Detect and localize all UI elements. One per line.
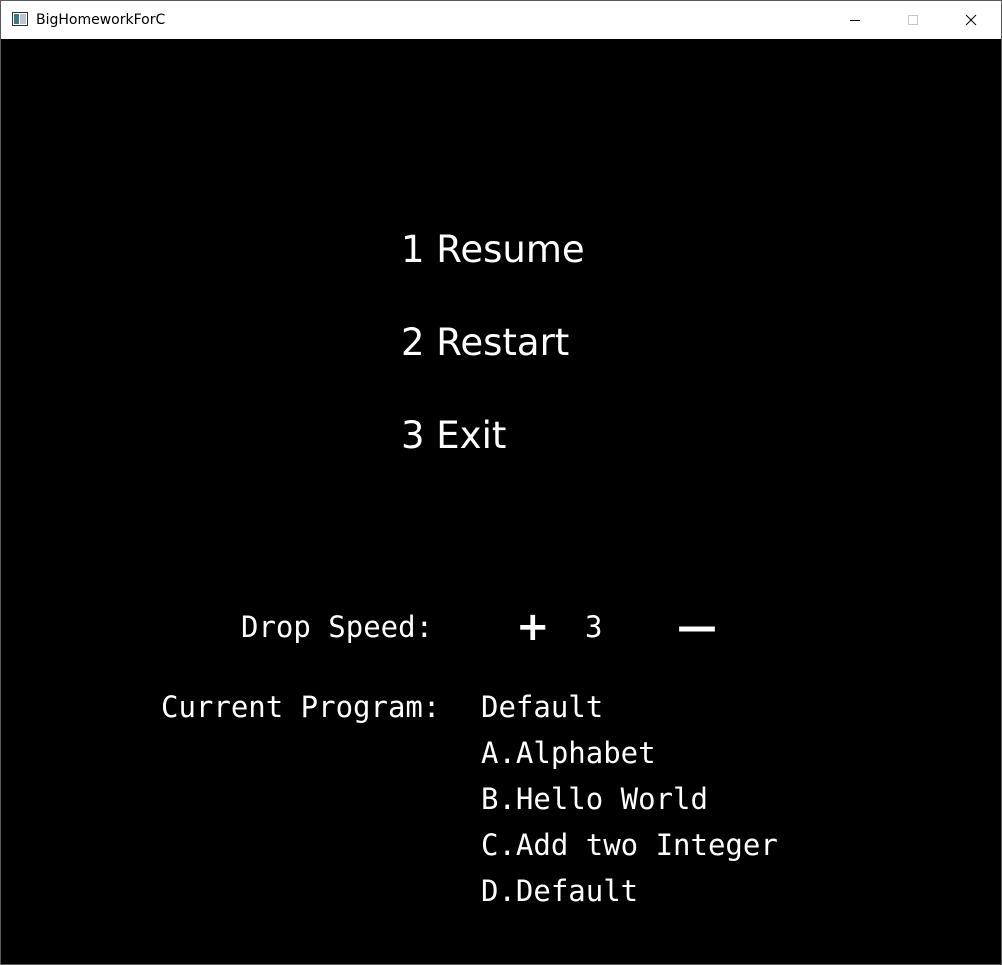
menu-item-resume[interactable]: 1 Resume xyxy=(401,228,585,272)
program-option-add-two-integer[interactable]: C.Add two Integer xyxy=(481,827,778,863)
minimize-button[interactable] xyxy=(826,1,884,39)
window-title: BigHomeworkForC xyxy=(36,12,166,28)
app-window-icon xyxy=(12,12,28,26)
maximize-icon xyxy=(908,15,918,25)
current-program-value: Default xyxy=(481,690,604,724)
current-program-label: Current Program: xyxy=(161,690,441,724)
menu-item-exit[interactable]: 3 Exit xyxy=(401,414,506,458)
decrease-speed-button[interactable]: — xyxy=(677,605,717,649)
minimize-icon xyxy=(850,20,860,21)
program-option-hello-world[interactable]: B.Hello World xyxy=(481,781,708,817)
close-icon xyxy=(965,14,977,26)
speed-value: 3 xyxy=(585,610,603,644)
program-option-default[interactable]: D.Default xyxy=(481,873,638,909)
program-option-alphabet[interactable]: A.Alphabet xyxy=(481,735,656,771)
drop-speed-label: Drop Speed: xyxy=(241,610,434,644)
increase-speed-button[interactable]: + xyxy=(516,605,550,649)
close-button[interactable] xyxy=(942,1,1000,39)
app-window: BigHomeworkForC 1 Resume 2 Restart 3 Exi… xyxy=(0,0,1002,965)
title-bar[interactable]: BigHomeworkForC xyxy=(1,1,1001,39)
game-canvas: 1 Resume 2 Restart 3 Exit Drop Speed: + … xyxy=(1,39,1001,964)
maximize-button[interactable] xyxy=(884,1,942,39)
menu-item-restart[interactable]: 2 Restart xyxy=(401,321,569,365)
